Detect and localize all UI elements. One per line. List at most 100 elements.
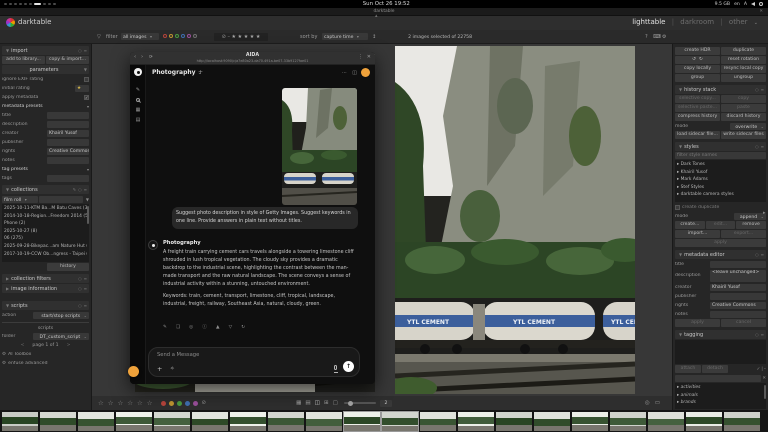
filmstrip-thumbnail[interactable] (306, 412, 342, 431)
rights-field[interactable]: Creative Commons A (47, 148, 89, 155)
volume-icon[interactable] (751, 2, 755, 6)
scrollbar[interactable] (87, 206, 89, 224)
color-label-filter[interactable] (187, 34, 191, 38)
workspace-indicator[interactable] (4, 3, 58, 5)
minus-icon[interactable]: – (764, 367, 766, 372)
collection-item[interactable]: 2025-09-28-Bikepac...am Nature Hut (83) (4, 243, 87, 251)
collection-item[interactable]: 2025-10-27 (8) (4, 228, 87, 236)
metadata-title-field[interactable] (710, 261, 766, 268)
collapse-icon[interactable]: ▼ (6, 48, 9, 53)
dropdown-icon[interactable]: ▼ (86, 197, 89, 202)
filmstrip-thumbnail[interactable] (458, 412, 494, 431)
copy-import-button[interactable]: copy & import... (46, 56, 89, 64)
discard-history-button[interactable]: discard history (721, 113, 766, 121)
initial-rating-stars[interactable]: ★ (75, 85, 89, 92)
reset-icon[interactable]: ○ (755, 252, 759, 257)
thumbs-down-icon[interactable]: ▽ (229, 325, 233, 330)
zoom-slider[interactable] (344, 402, 376, 404)
filmstrip-thumbnail[interactable] (192, 412, 228, 431)
accessibility-icon[interactable]: A (744, 2, 747, 7)
presets-icon[interactable]: ≡ (84, 276, 87, 281)
selective-copy-button[interactable]: selective copy... (675, 95, 720, 103)
uploaded-image-thumbnail[interactable] (282, 88, 357, 205)
filmstrip-thumbnail[interactable] (610, 412, 646, 431)
tag-entry-input[interactable] (675, 375, 761, 382)
color-label-button[interactable] (161, 401, 166, 406)
creator-field[interactable]: Khairil Yusof (47, 130, 89, 137)
rating-stars[interactable]: ☆ ☆ ☆ ☆ ☆ ☆ (98, 399, 154, 407)
copy-message-icon[interactable]: ❏ (176, 325, 180, 330)
create-duplicate-checkbox[interactable] (675, 205, 680, 210)
filmstrip-thumbnail[interactable] (116, 412, 152, 431)
color-label-filter[interactable] (169, 34, 173, 38)
selective-paste-button[interactable]: selective paste... (675, 104, 720, 112)
style-item[interactable]: ▸ Stef Styles (677, 184, 764, 192)
right-panel-handle-icon[interactable]: ▸ (763, 210, 766, 216)
filmstrip-thumbnail[interactable] (78, 412, 114, 431)
collection-item[interactable]: 06 (275) (4, 235, 87, 243)
clock[interactable]: Sun Oct 26 19:52 (58, 1, 715, 7)
style-item[interactable]: ▸ Khairil Yusof (677, 169, 764, 177)
model-selector[interactable]: Photography ⌄ (152, 69, 202, 76)
layout-culling-icon[interactable]: ◫ (315, 400, 320, 406)
page-prev-button[interactable]: < (21, 343, 25, 348)
expand-icon[interactable]: ▶ (6, 276, 9, 281)
help-icon[interactable]: ? (645, 34, 648, 40)
metadata-apply-button[interactable]: apply (675, 319, 720, 327)
tag-item[interactable]: ▸ activities (677, 384, 764, 392)
metadata-rights-field[interactable]: Creative Commons (710, 302, 766, 309)
reset-icon[interactable]: ○ (78, 48, 82, 53)
mic-icon[interactable] (334, 365, 337, 370)
filmstrip-thumbnail[interactable] (2, 412, 38, 431)
action-select[interactable]: start/stop scripts ⌄ (33, 312, 89, 319)
filmstrip-thumbnail[interactable] (686, 412, 722, 431)
color-label-filters[interactable] (163, 34, 197, 38)
window-menu-icon[interactable]: ⋮ (358, 54, 363, 60)
reset-icon[interactable]: ○ (78, 303, 82, 308)
import-header[interactable]: ▼ import ○ ≡ (2, 46, 89, 55)
chat-url[interactable]: http://localhost:9090/c/a7e80a23-da70-49… (130, 59, 375, 63)
write-sidecar-button[interactable]: write sidecar files (721, 131, 766, 139)
filmstrip-thumbnail[interactable] (648, 412, 684, 431)
reset-icon[interactable]: ○ (755, 87, 759, 92)
edit-message-icon[interactable]: ✎ (163, 325, 167, 330)
filter-funnel-icon[interactable]: ▽ (97, 34, 101, 40)
script-item[interactable]: enfuse advanced (8, 361, 89, 366)
display-profile-icon[interactable]: ▭ (655, 400, 660, 406)
collapse-icon[interactable]: ▼ (6, 187, 9, 192)
check-icon[interactable]: ✓ (757, 367, 761, 372)
ungroup-button[interactable]: ungroup (721, 74, 766, 82)
style-item[interactable]: ▸ Dark Tones (677, 161, 764, 169)
copy-locally-button[interactable]: copy locally (675, 65, 720, 73)
nav-forward-icon[interactable]: › (141, 54, 143, 60)
color-label-filter[interactable] (193, 34, 197, 38)
tree-toggle-icon[interactable]: | (761, 367, 762, 372)
layout-culling-dynamic-icon[interactable]: ⊞ (324, 400, 329, 406)
styles-mode-select[interactable]: append ⌄ (734, 213, 766, 220)
metadata-cancel-button[interactable]: cancel (721, 319, 766, 327)
page-next-button[interactable]: > (67, 343, 71, 348)
collapse-icon[interactable]: ▼ (6, 303, 9, 308)
color-label-filter[interactable] (175, 34, 179, 38)
group-button[interactable]: group (675, 74, 720, 82)
info-icon[interactable]: ⓘ (202, 325, 207, 330)
keyboard-layout[interactable]: en (734, 2, 740, 7)
layout-filemanager-icon[interactable]: ▦ (296, 400, 301, 406)
collections-header[interactable]: ▼ collections ✎ ○ ≡ (2, 185, 89, 194)
parameters-header[interactable]: parameters ▼ (2, 65, 89, 74)
presets-icon[interactable]: ≡ (761, 332, 764, 337)
reset-icon[interactable]: ○ (78, 276, 82, 281)
sort-direction-icon[interactable]: ↕ (372, 34, 376, 40)
gear-icon[interactable]: ⚙ (2, 352, 6, 357)
filmstrip-thumbnail[interactable] (230, 412, 266, 431)
color-label-button[interactable] (169, 401, 174, 406)
top-panel-collapse-icon[interactable]: ▴ (375, 13, 378, 19)
gear-icon[interactable]: ⚙ (2, 361, 6, 366)
detach-tag-button[interactable]: detach (702, 365, 728, 373)
clear-entry-icon[interactable]: ✕ (762, 376, 766, 381)
photo-right[interactable]: YTL CEMENT YTL CEMENT YTL CEMENT (395, 46, 635, 394)
color-label-filter[interactable] (181, 34, 185, 38)
apply-metadata-checkbox[interactable]: ✓ (84, 95, 89, 100)
collection-property-select[interactable]: film roll ▾ (2, 196, 38, 203)
reset-icon[interactable]: ○ (78, 187, 82, 192)
